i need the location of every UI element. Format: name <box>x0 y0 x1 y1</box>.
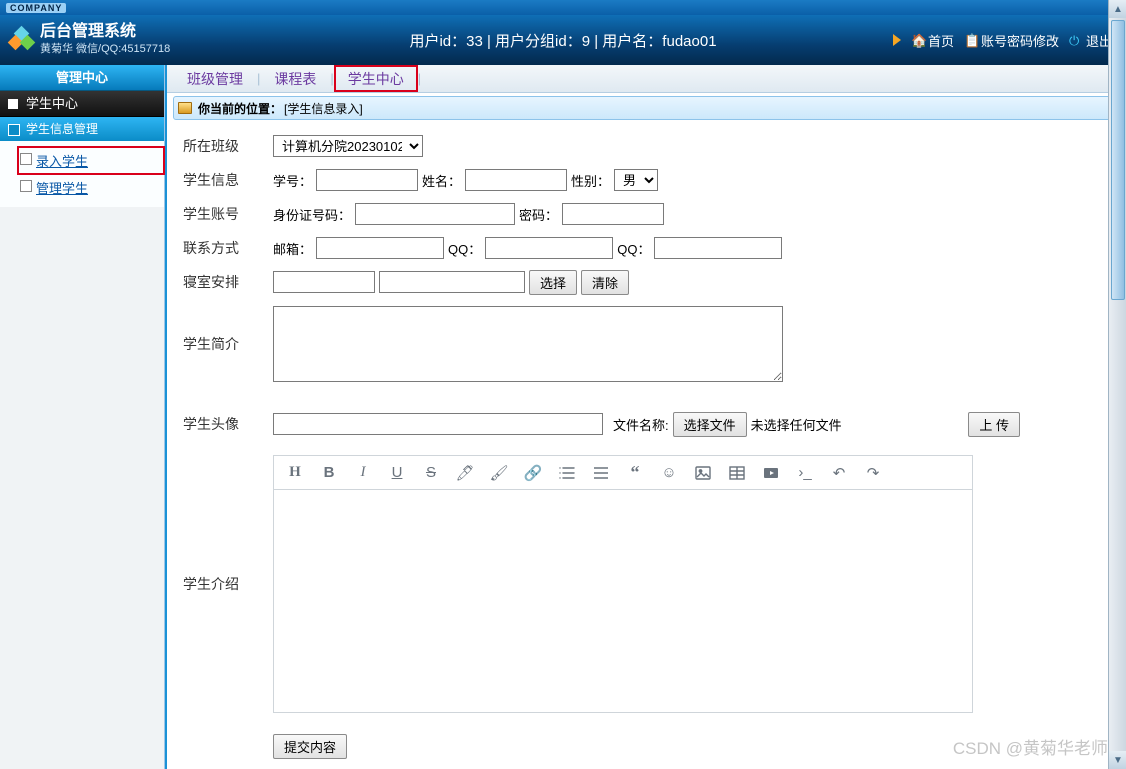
app-title: 后台管理系统 <box>40 24 170 40</box>
sidebar-tree: 录入学生 管理学生 <box>0 141 164 207</box>
breadcrumb-value: [学生信息录入] <box>284 100 363 117</box>
emoji-icon[interactable]: ☺ <box>660 464 678 482</box>
sidebar: 管理中心 学生中心 学生信息管理 录入学生 管理学生 <box>0 65 165 769</box>
bold-icon[interactable]: B <box>320 464 338 482</box>
vertical-scrollbar[interactable]: ▲ ▼ <box>1108 0 1126 769</box>
undo-icon[interactable]: ↶ <box>830 464 848 482</box>
file-status: 未选择任何文件 <box>751 415 842 434</box>
email-input[interactable] <box>316 237 444 259</box>
align-icon[interactable] <box>592 464 610 482</box>
qq1-input[interactable] <box>485 237 613 259</box>
rte-toolbar: H B I U S 🖊 🖌 🔗 “ ☺ <box>273 455 973 489</box>
list-icon: 📋 <box>964 33 978 47</box>
dorm-input-1[interactable] <box>273 271 375 293</box>
app-header: 后台管理系统 黄菊华 微信/QQ:45157718 用户id：33 | 用户分组… <box>0 15 1126 65</box>
logo-area: 后台管理系统 黄菊华 微信/QQ:45157718 <box>0 24 280 56</box>
idcard-input[interactable] <box>355 203 515 225</box>
sidebar-item-manage-student[interactable]: 管理学生 <box>18 174 164 201</box>
logout-link[interactable]: ⏻退出 <box>1069 31 1112 50</box>
breadcrumb-prefix: 你当前的位置： <box>198 100 282 117</box>
label-qq1: QQ： <box>448 239 481 258</box>
more-icon[interactable]: ›_ <box>796 464 814 482</box>
label-avatar: 学生头像 <box>177 414 273 434</box>
video-icon[interactable] <box>762 464 780 482</box>
dorm-clear-button[interactable]: 清除 <box>581 270 629 295</box>
triangle-icon <box>893 34 901 46</box>
sidebar-group[interactable]: 学生信息管理 <box>0 117 164 141</box>
label-contact: 联系方式 <box>177 238 273 258</box>
label-intro: 学生简介 <box>177 334 273 354</box>
user-info: 用户id：33 | 用户分组id：9 | 用户名：fudao01 <box>409 30 716 51</box>
sno-input[interactable] <box>316 169 418 191</box>
home-link-label: 首页 <box>928 31 954 50</box>
label-sno: 学号： <box>273 171 312 190</box>
window-titlebar: COMPANY <box>0 0 1126 15</box>
change-password-link[interactable]: 📋账号密码修改 <box>964 31 1059 50</box>
scroll-up-button[interactable]: ▲ <box>1109 0 1126 18</box>
scroll-down-button[interactable]: ▼ <box>1109 751 1126 769</box>
image-icon[interactable] <box>694 464 712 482</box>
file-name-label: 文件名称: <box>613 415 669 434</box>
main-panel: 班级管理| 课程表| 学生中心| 你当前的位置： [学生信息录入] 所在班级 计… <box>165 65 1126 769</box>
table-icon[interactable] <box>728 464 746 482</box>
brush-icon[interactable]: 🖌 <box>490 464 508 482</box>
upload-button[interactable]: 上 传 <box>968 412 1020 437</box>
power-icon: ⏻ <box>1069 33 1083 47</box>
class-select[interactable]: 计算机分院20230102 <box>273 135 423 157</box>
scrollbar-thumb[interactable] <box>1111 20 1125 300</box>
label-account: 学生账号 <box>177 204 273 224</box>
rte-textarea[interactable] <box>273 489 973 713</box>
tab-class-management[interactable]: 班级管理 <box>173 65 257 92</box>
label-password: 密码： <box>519 205 558 224</box>
home-icon: 🏠 <box>911 33 925 47</box>
label-desc: 学生介绍 <box>177 574 273 594</box>
sidebar-item-enroll-student[interactable]: 录入学生 <box>18 147 164 174</box>
rich-text-editor: H B I U S 🖊 🖌 🔗 “ ☺ <box>273 455 973 713</box>
strike-icon[interactable]: S <box>422 464 440 482</box>
intro-textarea[interactable] <box>273 306 783 382</box>
home-link[interactable]: 🏠首页 <box>911 31 954 50</box>
folder-icon <box>178 102 192 114</box>
file-choose-button[interactable]: 选择文件 <box>673 412 747 437</box>
company-badge: COMPANY <box>6 3 66 13</box>
label-email: 邮箱： <box>273 239 312 258</box>
label-qq2: QQ： <box>617 239 650 258</box>
label-dorm: 寝室安排 <box>177 272 273 292</box>
name-input[interactable] <box>465 169 567 191</box>
label-class: 所在班级 <box>177 136 273 156</box>
gender-select[interactable]: 男 <box>614 169 658 191</box>
label-idcard: 身份证号码： <box>273 205 351 224</box>
heading-icon[interactable]: H <box>286 464 304 482</box>
app-subtitle: 黄菊华 微信/QQ:45157718 <box>40 40 170 56</box>
tab-student-center[interactable]: 学生中心 <box>334 65 418 92</box>
redo-icon[interactable]: ↷ <box>864 464 882 482</box>
sidebar-category[interactable]: 学生中心 <box>0 91 164 117</box>
dorm-choose-button[interactable]: 选择 <box>529 270 577 295</box>
link-icon[interactable]: 🔗 <box>524 464 542 482</box>
underline-icon[interactable]: U <box>388 464 406 482</box>
form-content: 所在班级 计算机分院20230102 学生信息 学号： 姓名： 性别： 男 学生… <box>167 123 1126 769</box>
tab-schedule[interactable]: 课程表 <box>260 65 330 92</box>
qq2-input[interactable] <box>654 237 782 259</box>
quote-icon[interactable]: “ <box>626 464 644 482</box>
submit-button[interactable]: 提交内容 <box>273 734 347 759</box>
tabs-bar: 班级管理| 课程表| 学生中心| <box>167 65 1126 93</box>
header-actions: 🏠首页 📋账号密码修改 ⏻退出 <box>885 31 1112 50</box>
logo-icon <box>10 28 34 52</box>
management-center-header: 管理中心 <box>0 65 164 91</box>
label-name: 姓名： <box>422 171 461 190</box>
password-input[interactable] <box>562 203 664 225</box>
breadcrumb: 你当前的位置： [学生信息录入] <box>173 96 1120 120</box>
label-gender: 性别： <box>571 171 610 190</box>
label-student-info: 学生信息 <box>177 170 273 190</box>
change-password-label: 账号密码修改 <box>981 31 1059 50</box>
list-icon[interactable] <box>558 464 576 482</box>
dorm-input-2[interactable] <box>379 271 525 293</box>
avatar-path-input[interactable] <box>273 413 603 435</box>
highlight-icon[interactable]: 🖊 <box>456 464 474 482</box>
italic-icon[interactable]: I <box>354 464 372 482</box>
